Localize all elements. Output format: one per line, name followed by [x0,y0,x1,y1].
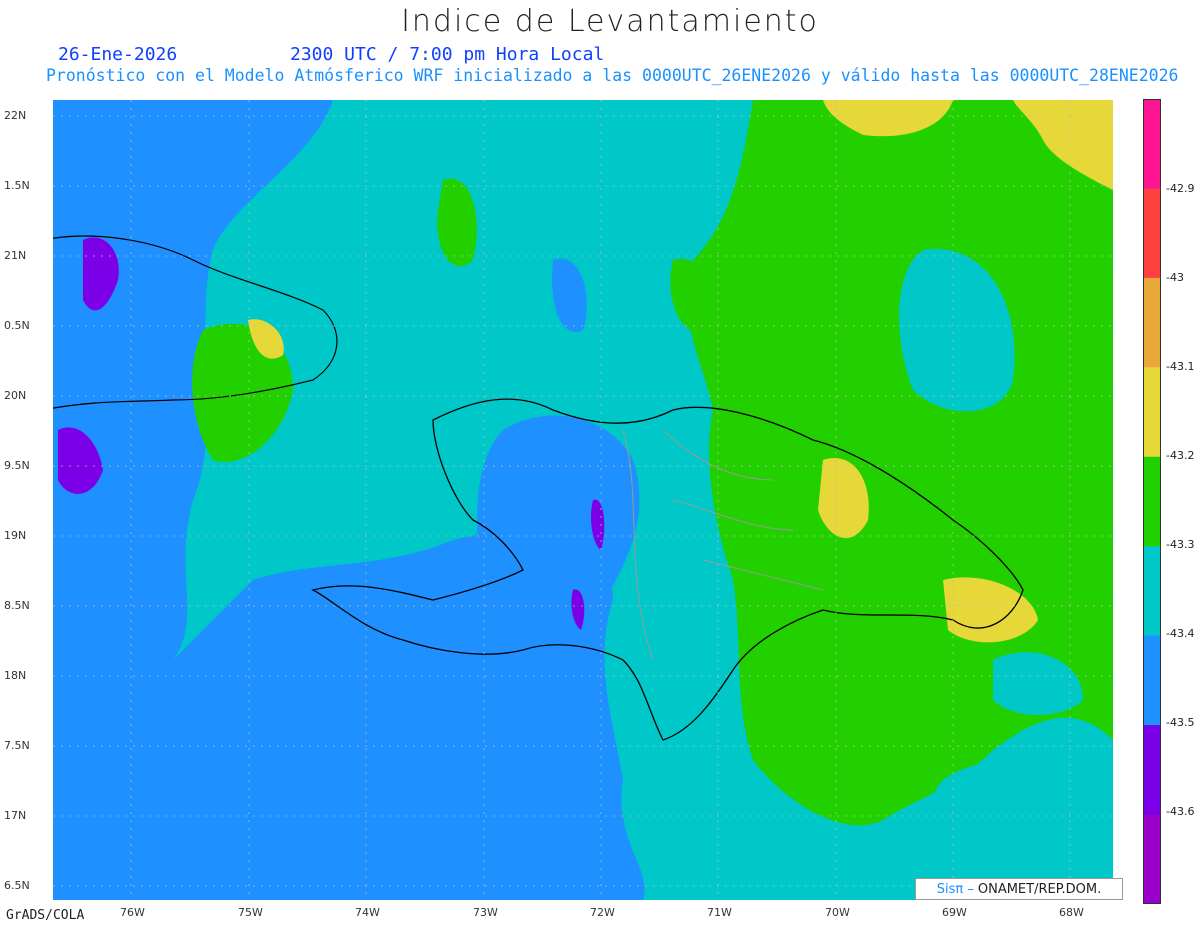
colorbar-segment [1143,367,1161,458]
colorbar-segment [1143,456,1161,547]
lat-label: 6.5N [4,879,30,892]
colorbar-label: -43.5 [1166,716,1195,729]
lat-label: 21N [4,249,27,262]
brand-box: Sisπ – ONAMET/REP.DOM. [915,878,1123,900]
lon-label: 70W [825,906,850,919]
lat-label: 1.5N [4,179,30,192]
lat-label: 19N [4,529,27,542]
sis-logo-text: Sisπ – [936,881,974,897]
lat-label: 8.5N [4,599,30,612]
lon-label: 74W [355,906,380,919]
colorbar-label: -42.9 [1166,182,1195,195]
colorbar-label: -43.4 [1166,627,1195,640]
colorbar-label: -43 [1166,271,1184,284]
colorbar-segment [1143,546,1161,637]
colorbar-segment [1143,99,1161,189]
lat-label: 9.5N [4,459,30,472]
lat-label: 17N [4,809,27,822]
colorbar-segment [1143,277,1161,368]
colorbar-segment [1143,188,1161,279]
lat-label: 18N [4,669,27,682]
model-description: Pronóstico con el Modelo Atmósferico WRF… [46,66,1179,85]
forecast-date: 26-Ene-2026 [58,44,178,65]
grads-credit: GrADS/COLA [6,908,85,923]
lat-label: 22N [4,109,27,122]
lon-label: 76W [120,906,145,919]
lon-label: 72W [590,906,615,919]
onamet-text: ONAMET/REP.DOM. [977,881,1102,897]
forecast-time: 2300 UTC / 7:00 pm Hora Local [290,44,605,65]
lat-label: 20N [4,389,27,402]
colorbar [1143,99,1161,904]
lon-label: 75W [238,906,263,919]
colorbar-label: -43.2 [1166,449,1195,462]
map-title: Indice de Levantamiento [401,4,819,39]
colorbar-segment [1143,635,1161,726]
lon-label: 71W [707,906,732,919]
colorbar-label: -43.3 [1166,538,1195,551]
lon-label: 73W [473,906,498,919]
lon-label: 69W [942,906,967,919]
lifted-index-map [53,100,1113,900]
colorbar-label: -43.6 [1166,805,1195,818]
lat-label: 0.5N [4,319,30,332]
colorbar-label: -43.1 [1166,360,1195,373]
colorbar-segment [1143,814,1161,904]
lon-label: 68W [1059,906,1084,919]
lat-label: 7.5N [4,739,30,752]
colorbar-segment [1143,725,1161,816]
